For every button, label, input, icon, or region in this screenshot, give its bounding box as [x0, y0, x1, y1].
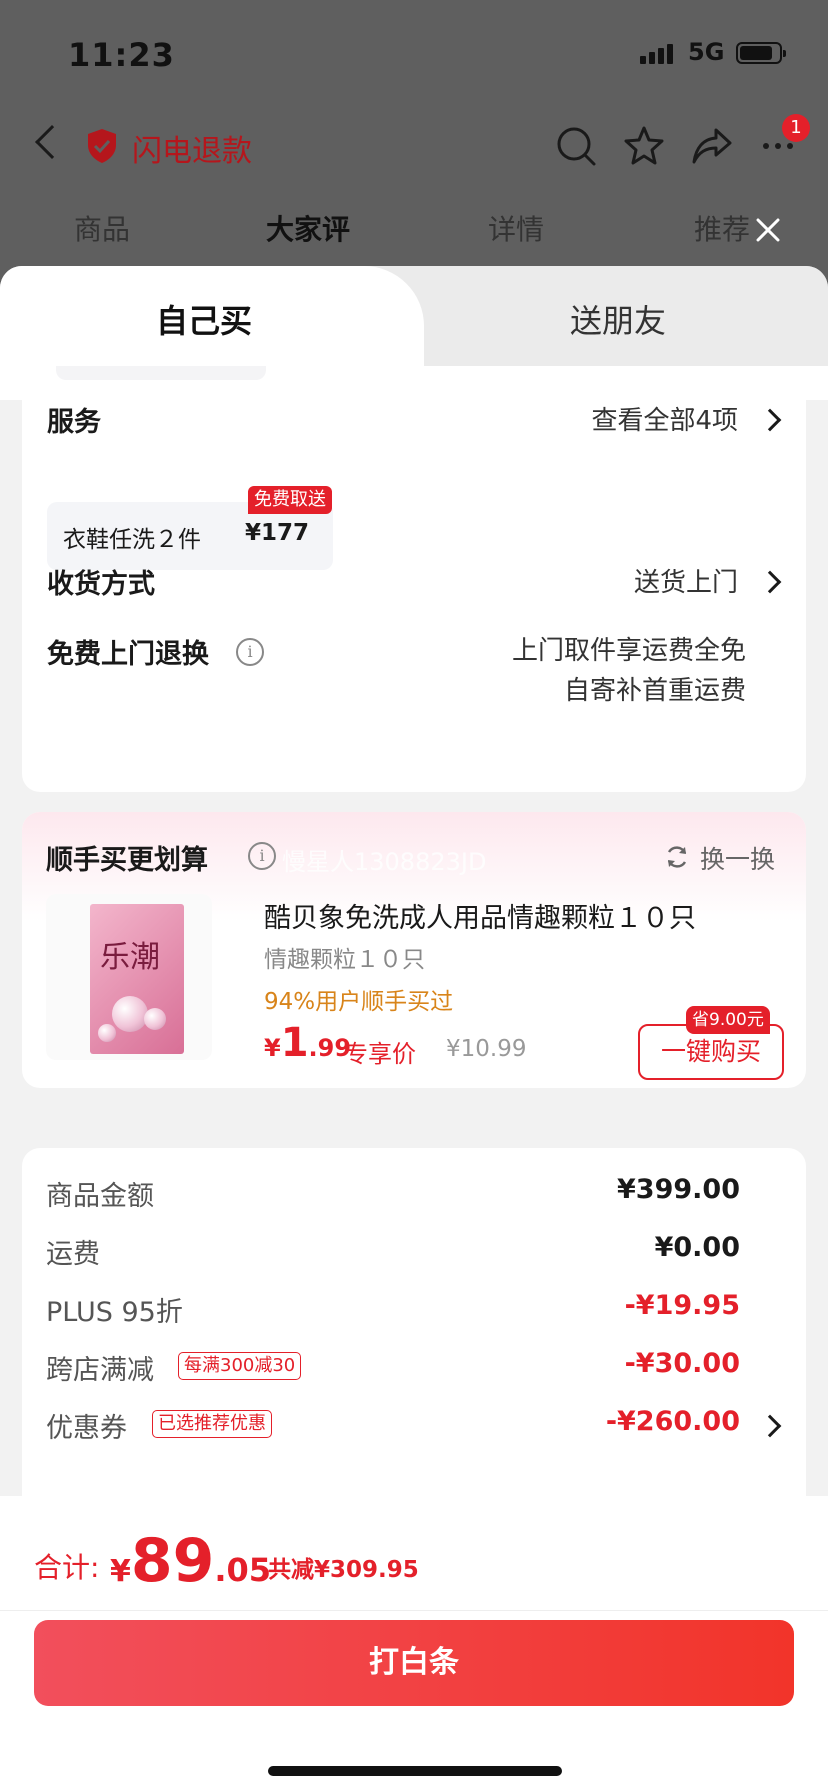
network-label: 5G	[688, 38, 725, 66]
card-stub	[56, 366, 266, 380]
shipping-value: ¥0.00	[654, 1232, 740, 1263]
cross-store-tag: 每满300减30	[178, 1352, 302, 1380]
coupon-value[interactable]: -¥260.00	[606, 1406, 740, 1437]
price-currency: ¥	[264, 1034, 281, 1062]
watermark: 慢星人1308823JD	[282, 848, 487, 876]
delivery-title: 收货方式	[47, 569, 155, 600]
service-card: 服务 查看全部4项 衣鞋任洗２件 ¥177 免费取送 收货方式 送货上门 免费上…	[22, 366, 806, 792]
product-spec: 情趣颗粒１０只	[264, 947, 425, 973]
tab-buy-for-self-label: 自己买	[156, 302, 253, 340]
nav-title[interactable]: 闪电退款	[132, 126, 252, 170]
delivery-value[interactable]: 送货上门	[634, 562, 738, 599]
tab-details[interactable]: 详情	[488, 208, 544, 248]
status-time: 11:23	[68, 36, 175, 74]
chevron-right-icon[interactable]	[758, 570, 782, 594]
total-label: 合计:	[34, 1551, 100, 1584]
refresh-button[interactable]: 换一换	[700, 840, 775, 876]
tab-gift-friend[interactable]: 送朋友	[570, 296, 666, 342]
chevron-right-icon[interactable]	[758, 408, 782, 432]
product-image[interactable]: 乐潮	[46, 894, 212, 1060]
goods-amount-label: 商品金额	[46, 1181, 154, 1212]
total-currency: ¥	[110, 1554, 131, 1589]
cross-store-value: -¥30.00	[624, 1348, 740, 1379]
coupon-label: 优惠券	[46, 1413, 127, 1444]
tab-goods[interactable]: 商品	[74, 208, 130, 248]
top-nav: 闪电退款 1	[0, 114, 828, 176]
service-tag: 免费取送	[248, 486, 332, 514]
signal-icon	[640, 44, 673, 64]
refresh-icon[interactable]	[664, 844, 690, 870]
goods-amount-value: ¥399.00	[617, 1174, 740, 1205]
home-indicator	[268, 1766, 562, 1776]
shield-icon	[88, 129, 116, 163]
price-label: 专享价	[344, 1040, 416, 1068]
return-line1: 上门取件享运费全免	[511, 636, 746, 666]
return-line2: 自寄补首重运费	[563, 676, 746, 706]
plus-discount-label: PLUS 95折	[46, 1297, 183, 1328]
product-box: 乐潮	[90, 904, 184, 1054]
status-bar: 11:23 5G	[0, 30, 828, 74]
price-int: 1	[280, 1020, 309, 1066]
plus-discount-value: -¥19.95	[624, 1290, 740, 1321]
addon-card: 顺手买更划算 i 慢星人1308823JD 换一换 乐潮 酷贝象免洗成人用品情趣…	[22, 812, 806, 1088]
total-int: 89	[130, 1526, 215, 1596]
page-tabs: 商品 大家评 详情 推荐	[0, 208, 828, 258]
tab-reviews[interactable]: 大家评	[266, 208, 350, 248]
pay-button[interactable]: 打白条	[34, 1620, 794, 1706]
save-tag: 省9.00元	[686, 1006, 770, 1034]
search-icon[interactable]	[554, 124, 598, 168]
fee-breakdown: 商品金额 ¥399.00 运费 ¥0.00 PLUS 95折 -¥19.95 跨…	[22, 1148, 806, 1548]
tab-recommend[interactable]: 推荐	[694, 208, 750, 248]
bubble	[112, 996, 148, 1032]
cross-store-label: 跨店满减	[46, 1355, 154, 1386]
back-arrow-icon[interactable]	[35, 125, 69, 159]
product-price: ¥1.99	[264, 1020, 351, 1066]
message-badge: 1	[782, 114, 810, 142]
product-title[interactable]: 酷贝象免洗成人用品情趣颗粒１０只	[264, 896, 696, 935]
bubble	[98, 1024, 116, 1042]
service-title: 服务	[47, 407, 101, 438]
shipping-label: 运费	[46, 1239, 100, 1270]
service-option-price: ¥177	[245, 520, 310, 546]
coupon-tag: 已选推荐优惠	[152, 1410, 272, 1438]
bubble	[144, 1008, 166, 1030]
close-icon[interactable]	[752, 214, 784, 246]
total-price: ¥89.05	[110, 1526, 271, 1596]
product-box-label: 乐潮	[100, 940, 160, 975]
return-title: 免费上门退换	[47, 639, 209, 670]
addon-title: 顺手买更划算	[46, 845, 208, 876]
share-icon[interactable]	[690, 124, 734, 168]
divider	[0, 1610, 828, 1611]
total-dec: .05	[214, 1551, 272, 1589]
battery-icon	[736, 42, 786, 64]
info-icon[interactable]: i	[236, 638, 264, 666]
chevron-right-icon[interactable]	[758, 1414, 782, 1438]
product-rate: 94%用户顺手买过	[264, 989, 454, 1015]
service-option-name: 衣鞋任洗２件	[63, 527, 201, 553]
total-saved: 共减¥309.95	[268, 1557, 419, 1583]
checkout-footer: 合计: ¥89.05 共减¥309.95 打白条	[0, 1496, 828, 1792]
service-view-all[interactable]: 查看全部4项	[591, 400, 738, 437]
star-icon[interactable]	[622, 124, 666, 168]
info-icon[interactable]: i	[248, 842, 276, 870]
original-price: ¥10.99	[446, 1036, 527, 1062]
